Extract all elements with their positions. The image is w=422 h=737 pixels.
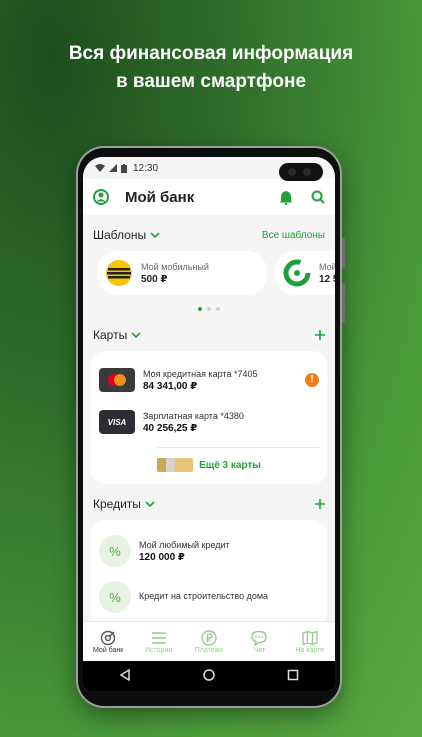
card-balance: 84 341,00 ₽ [143, 380, 198, 392]
chevron-down-icon[interactable] [131, 332, 141, 338]
tab-history[interactable]: История [135, 629, 183, 654]
battery-icon [121, 163, 127, 173]
tab-map[interactable]: На карте [286, 629, 334, 654]
chat-icon [251, 629, 268, 647]
chevron-down-icon[interactable] [145, 501, 155, 507]
mastercard-icon [99, 368, 135, 392]
bottom-tab-bar: Мой банк История Платежи Чат На карте [83, 621, 335, 661]
carousel-pager [83, 307, 335, 315]
more-cards-label: Ещё 3 карты [199, 459, 261, 471]
ruble-icon [201, 629, 217, 647]
camera-cutout [279, 163, 323, 181]
percent-icon: % [99, 581, 131, 613]
volume-button [342, 238, 345, 268]
cards-title[interactable]: Карты [93, 328, 127, 342]
templates-carousel[interactable]: Мой мобильный 500 ₽ Мой 12 5 [83, 247, 335, 299]
credit-name: Кредит на строительство дома [139, 591, 269, 601]
credit-amount: 120 000 ₽ [139, 551, 185, 563]
template-amount: 500 ₽ [141, 273, 168, 285]
tab-label: Чат [253, 647, 266, 654]
template-name: Мой мобильный [141, 261, 209, 272]
status-time: 12:30 [133, 162, 159, 174]
card-balance: 40 256,25 ₽ [143, 422, 198, 434]
template-amount: 12 5 [319, 273, 335, 285]
chevron-down-icon[interactable] [150, 232, 160, 238]
recent-apps-icon[interactable] [287, 669, 299, 684]
pager-dot[interactable] [207, 307, 211, 311]
provider-logo-icon [283, 259, 311, 287]
card-row[interactable]: VISA Зарплатная карта *4380 40 256,25 ₽ [99, 401, 319, 443]
cards-section-header: Карты [83, 323, 335, 347]
beeline-logo-icon [106, 260, 132, 286]
percent-icon: % [99, 535, 131, 567]
credits-panel: % Мой любимый кредит 120 000 ₽ % Кредит … [91, 520, 327, 626]
templates-title[interactable]: Шаблоны [93, 228, 146, 242]
all-templates-link[interactable]: Все шаблоны [262, 230, 325, 241]
signal-icon [109, 164, 117, 172]
credit-row[interactable]: % Кредит на строительство дома [99, 574, 319, 620]
bell-icon[interactable] [279, 190, 293, 205]
phone-screen: 12:30 Мой банк Шаблоны Все шаблоны Мой м… [83, 157, 335, 691]
promo-line-2: в вашем смартфоне [115, 71, 307, 92]
home-icon [100, 629, 116, 647]
more-cards-button[interactable]: Ещё 3 карты [99, 452, 319, 478]
phone-frame: 12:30 Мой банк Шаблоны Все шаблоны Мой м… [78, 148, 345, 706]
system-nav-bar [83, 661, 335, 691]
add-credit-icon[interactable] [315, 499, 325, 509]
tab-chat[interactable]: Чат [235, 629, 283, 654]
divider [157, 447, 319, 448]
credits-title[interactable]: Кредиты [93, 497, 141, 511]
template-item[interactable]: Мой 12 5 [275, 251, 335, 295]
tab-label: Мой банк [93, 647, 124, 654]
cards-panel: Моя кредитная карта *7405 84 341,00 ₽ ! … [91, 351, 327, 484]
promo-heading: Вся финансовая информация в вашем смартф… [0, 40, 422, 96]
tab-label: История [145, 647, 173, 654]
templates-section-header: Шаблоны Все шаблоны [83, 223, 335, 247]
tab-my-bank[interactable]: Мой банк [84, 629, 132, 654]
tab-label: На карте [295, 647, 325, 654]
wifi-icon [95, 164, 105, 172]
card-name: Моя кредитная карта *7405 [143, 368, 258, 379]
back-icon[interactable] [119, 668, 131, 684]
template-name: Мой [319, 261, 335, 272]
add-card-icon[interactable] [315, 330, 325, 340]
power-button [342, 283, 345, 323]
profile-icon[interactable] [93, 189, 109, 205]
pager-dot[interactable] [198, 307, 202, 311]
promo-line-1: Вся финансовая информация [68, 43, 354, 64]
template-item[interactable]: Мой мобильный 500 ₽ [97, 251, 267, 295]
credit-row[interactable]: % Мой любимый кредит 120 000 ₽ [99, 528, 319, 574]
page-title: Мой банк [125, 188, 195, 206]
credit-name: Мой любимый кредит [139, 539, 230, 550]
history-icon [151, 629, 167, 647]
map-icon [302, 629, 318, 647]
card-row[interactable]: Моя кредитная карта *7405 84 341,00 ₽ ! [99, 359, 319, 401]
status-icons [95, 163, 127, 173]
card-name: Зарплатная карта *4380 [143, 410, 244, 421]
tab-payments[interactable]: Платежи [185, 629, 233, 654]
stacked-cards-icon [157, 458, 194, 472]
home-button-icon[interactable] [203, 668, 215, 684]
visa-icon: VISA [99, 410, 135, 434]
app-header: Мой банк [83, 179, 335, 215]
tab-label: Платежи [194, 647, 224, 654]
alert-icon[interactable]: ! [305, 373, 319, 387]
credits-section-header: Кредиты [83, 492, 335, 516]
search-icon[interactable] [311, 190, 325, 204]
pager-dot[interactable] [216, 307, 220, 311]
